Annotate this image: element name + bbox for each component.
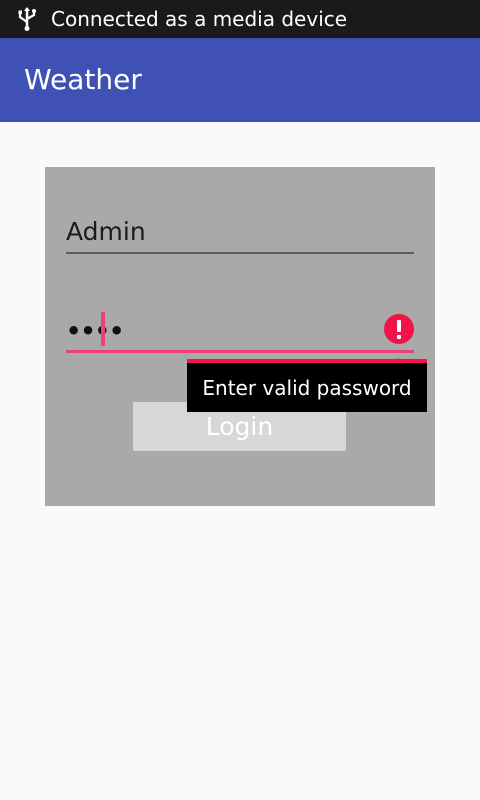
app-title: Weather [24,63,142,96]
username-field[interactable]: Admin [66,212,414,254]
login-button-label: Login [205,411,274,441]
error-exclamation-icon[interactable] [384,314,414,344]
error-popup-body: Enter valid password [187,363,427,412]
password-field[interactable]: •••• [66,310,414,354]
usb-icon [18,7,36,31]
error-icon-bar [397,320,401,332]
login-card: Admin •••• Login [45,167,435,506]
password-underline [66,350,414,353]
error-message: Enter valid password [202,375,412,400]
status-bar: Connected as a media device [0,0,480,38]
password-value: •••• [66,317,124,345]
username-value: Admin [66,217,146,246]
text-cursor [101,312,105,346]
main-content: Admin •••• Login [0,122,480,800]
error-popup: Enter valid password [187,358,427,412]
error-icon-dot [397,335,401,339]
status-notification-text: Connected as a media device [51,7,348,31]
username-underline [66,252,414,254]
app-bar: Weather [0,38,480,122]
